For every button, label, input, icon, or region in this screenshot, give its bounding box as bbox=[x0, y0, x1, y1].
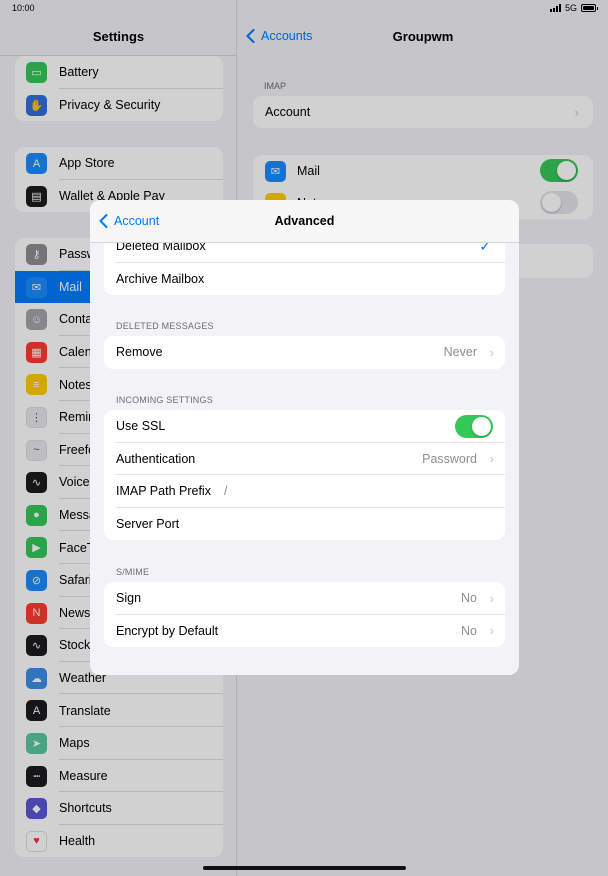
use-ssl-toggle[interactable] bbox=[455, 415, 493, 438]
authentication-label: Authentication bbox=[116, 451, 196, 466]
remove-row[interactable]: Remove Never › bbox=[104, 336, 505, 369]
advanced-settings-modal: Account Advanced Deleted Mailbox ✓ Archi… bbox=[90, 200, 519, 675]
authentication-value: Password bbox=[422, 451, 477, 466]
chevron-right-icon: › bbox=[489, 623, 494, 639]
encrypt-by-default-row[interactable]: Encrypt by Default No › bbox=[104, 615, 505, 648]
authentication-row[interactable]: Authentication Password › bbox=[104, 443, 505, 475]
encrypt-by-default-value: No bbox=[461, 623, 477, 638]
archive-mailbox-label: Archive Mailbox bbox=[116, 271, 205, 286]
encrypt-by-default-label: Encrypt by Default bbox=[116, 623, 219, 638]
smime-group: Sign No › Encrypt by Default No › bbox=[104, 582, 505, 647]
imap-path-prefix-field[interactable]: / bbox=[224, 484, 227, 498]
server-port-label: Server Port bbox=[116, 516, 180, 531]
status-time: 10:00 bbox=[12, 3, 35, 13]
battery-status-icon bbox=[581, 4, 598, 12]
cellular-signal-icon bbox=[549, 4, 561, 12]
sign-value: No bbox=[461, 591, 477, 606]
imap-path-prefix-row[interactable]: IMAP Path Prefix / bbox=[104, 475, 505, 508]
status-indicators: 5G bbox=[549, 3, 598, 13]
smime-section-label: S/MIME bbox=[116, 567, 150, 577]
chevron-right-icon: › bbox=[489, 590, 494, 606]
status-bar: 10:00 5G bbox=[0, 0, 608, 18]
incoming-settings-group: Use SSL Authentication Password › IMAP P… bbox=[104, 410, 505, 540]
modal-title: Advanced bbox=[274, 214, 335, 228]
remove-value: Never bbox=[443, 345, 477, 360]
use-ssl-label: Use SSL bbox=[116, 419, 166, 434]
remove-label: Remove bbox=[116, 345, 163, 360]
network-type: 5G bbox=[564, 3, 577, 13]
chevron-right-icon: › bbox=[489, 451, 494, 467]
deleted-messages-section-label: DELETED MESSAGES bbox=[116, 321, 214, 331]
use-ssl-row: Use SSL bbox=[104, 410, 505, 443]
archive-mailbox-row[interactable]: Archive Mailbox bbox=[104, 263, 505, 296]
imap-path-prefix-label: IMAP Path Prefix bbox=[116, 484, 211, 499]
modal-nav-bar: Account Advanced bbox=[90, 200, 519, 243]
ipad-screen: Settings ▭ Battery ✋ Privacy & Security A Ap… bbox=[0, 0, 608, 876]
sign-label: Sign bbox=[116, 591, 142, 606]
sign-row[interactable]: Sign No › bbox=[104, 582, 505, 615]
home-indicator[interactable] bbox=[203, 866, 406, 870]
incoming-settings-section-label: INCOMING SETTINGS bbox=[116, 395, 213, 405]
server-port-row[interactable]: Server Port bbox=[104, 508, 505, 541]
chevron-right-icon: › bbox=[489, 344, 494, 360]
deleted-messages-group: Remove Never › bbox=[104, 336, 505, 369]
